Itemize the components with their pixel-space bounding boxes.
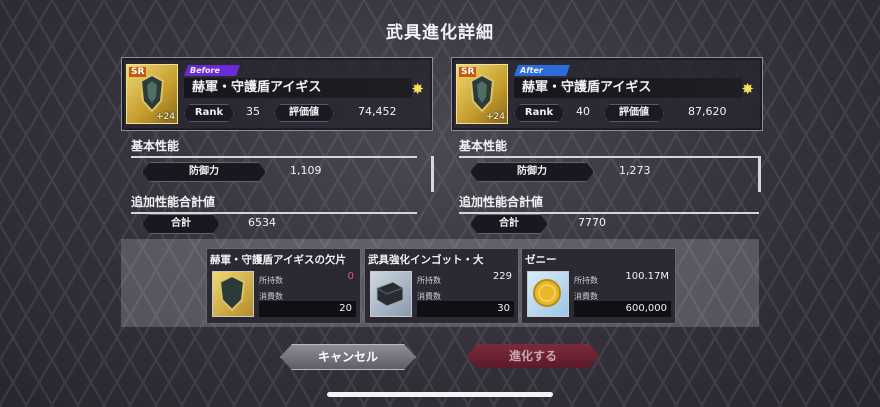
material-name: ゼニー xyxy=(525,254,557,266)
after-tag: After xyxy=(514,65,570,76)
total-label-after: 合計 xyxy=(470,214,548,234)
eval-value: 74,452 xyxy=(358,105,397,118)
shield-icon xyxy=(469,73,495,113)
divider-left xyxy=(431,156,434,192)
material-name: 武具強化インゴット・大 xyxy=(368,254,484,266)
owned-label: 所持数 xyxy=(417,276,441,285)
owned-value: 100.17M xyxy=(625,271,669,282)
rank-label: Rank xyxy=(514,104,564,122)
owned-value: 229 xyxy=(492,271,512,282)
plus-level: +24 xyxy=(486,112,505,122)
additional-heading-before: 追加性能合計値 xyxy=(131,193,417,214)
eval-label: 評価値 xyxy=(604,104,664,122)
total-value-after: 7770 xyxy=(578,216,606,229)
cost-value: 600,000 xyxy=(574,301,671,317)
weapon-thumbnail: SR +24 xyxy=(456,64,508,124)
cancel-button[interactable]: キャンセル xyxy=(280,344,416,370)
eval-label: 評価値 xyxy=(274,104,334,122)
eval-value: 87,620 xyxy=(688,105,727,118)
fragment-icon xyxy=(212,271,254,317)
rank-value: 40 xyxy=(576,105,590,118)
weapon-card-before: SR +24 Before 赫軍・守護盾アイギス ✸ Rank 35 評価値 7… xyxy=(121,57,433,131)
basic-heading-before: 基本性能 xyxy=(131,137,417,158)
page-title: 武具進化詳細 xyxy=(386,23,494,43)
basic-heading-after: 基本性能 xyxy=(459,137,759,158)
material-ingot[interactable]: 武具強化インゴット・大 所持数 229 消費数 30 xyxy=(364,248,519,324)
defense-label-after: 防御力 xyxy=(470,162,594,182)
owned-label: 所持数 xyxy=(574,276,598,285)
material-fragment[interactable]: 赫軍・守護盾アイギスの欠片 所持数 0 消費数 20 xyxy=(206,248,361,324)
defense-label-before: 防御力 xyxy=(142,162,266,182)
element-star-icon: ✸ xyxy=(741,80,754,98)
home-indicator[interactable] xyxy=(327,392,553,397)
additional-heading-after: 追加性能合計値 xyxy=(459,193,759,214)
evolve-button[interactable]: 進化する xyxy=(466,344,600,368)
before-tag: Before xyxy=(184,65,240,76)
material-name: 赫軍・守護盾アイギスの欠片 xyxy=(210,254,346,266)
weapon-card-after: SR +24 After 赫軍・守護盾アイギス ✸ Rank 40 評価値 87… xyxy=(451,57,763,131)
zeny-coin-icon xyxy=(527,271,569,317)
weapon-name: 赫軍・守護盾アイギス xyxy=(184,78,412,98)
divider-right xyxy=(758,156,761,192)
total-value-before: 6534 xyxy=(248,216,276,229)
rank-label: Rank xyxy=(184,104,234,122)
owned-value: 0 xyxy=(347,271,354,282)
total-label-before: 合計 xyxy=(142,214,220,234)
cost-value: 30 xyxy=(417,301,514,317)
defense-value-after: 1,273 xyxy=(619,164,651,177)
ingot-icon xyxy=(370,271,412,317)
cost-value: 20 xyxy=(259,301,356,317)
materials-panel: 赫軍・守護盾アイギスの欠片 所持数 0 消費数 20 武具強化インゴット・大 所… xyxy=(121,239,759,327)
shield-icon xyxy=(139,73,165,113)
weapon-name: 赫軍・守護盾アイギス xyxy=(514,78,742,98)
plus-level: +24 xyxy=(156,112,175,122)
defense-value-before: 1,109 xyxy=(290,164,322,177)
element-star-icon: ✸ xyxy=(411,80,424,98)
rank-value: 35 xyxy=(246,105,260,118)
material-zeny[interactable]: ゼニー 所持数 100.17M 消費数 600,000 xyxy=(521,248,676,324)
owned-label: 所持数 xyxy=(259,276,283,285)
weapon-thumbnail: SR +24 xyxy=(126,64,178,124)
